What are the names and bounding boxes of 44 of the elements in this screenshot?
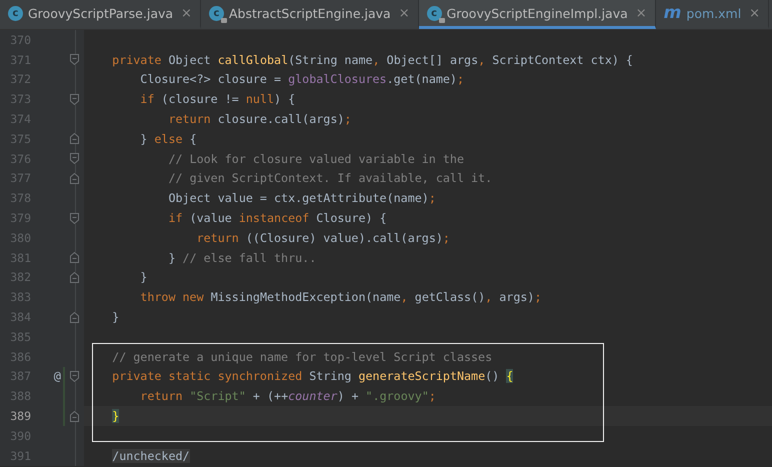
- code-line: return ((Closure) value).call(args);: [196, 230, 450, 245]
- tab-label: GroovyScriptParse.java: [28, 6, 174, 20]
- code-line: private Object callGlobal(String name, Object[] args, ScriptContext ctx) {: [111, 52, 633, 67]
- class-icon: c: [208, 6, 224, 20]
- fold-icon[interactable]: [70, 252, 79, 264]
- maven-icon: m: [664, 4, 682, 22]
- fold-icon[interactable]: [70, 133, 79, 144]
- close-icon[interactable]: ×: [636, 6, 647, 20]
- code-line: Object value = ctx.getAttribute(name);: [167, 191, 436, 206]
- tab-label: AbstractScriptEngine.java: [228, 6, 391, 20]
- editor-tab[interactable]: c GroovyScriptEngineImpl.java ×: [418, 0, 656, 29]
- close-icon[interactable]: ×: [181, 6, 192, 20]
- code-line: return closure.call(args);: [167, 112, 352, 126]
- code-line: return "Script" + (++counter) + ".groovy";: [139, 389, 436, 404]
- fold-icon[interactable]: [70, 94, 79, 105]
- class-icon: c: [426, 6, 442, 20]
- fold-icon[interactable]: [70, 312, 79, 323]
- fold-icon[interactable]: [70, 410, 79, 422]
- code-line: } // else fall thru..: [167, 250, 316, 265]
- line-number: 389: [9, 409, 31, 424]
- override-marker[interactable]: @: [31, 369, 63, 384]
- code-line: if (value instanceof Closure) {: [167, 211, 387, 226]
- fold-icon[interactable]: [70, 172, 79, 184]
- fold-icon[interactable]: [70, 153, 79, 164]
- code-line: // given ScriptContext. If available, call it.: [167, 171, 492, 186]
- tab-label: pom.xml: [686, 6, 742, 20]
- close-icon[interactable]: ×: [749, 6, 760, 20]
- fold-icon[interactable]: [70, 272, 79, 283]
- code-line: // Look for closure valued variable in the: [167, 152, 464, 166]
- code-line: if (closure != null) {: [139, 92, 296, 106]
- code-line: Closure<?> closure = globalClosures.get(name);: [139, 72, 464, 86]
- class-icon: c: [8, 6, 23, 20]
- code-line: }: [139, 270, 148, 284]
- code-line: } else {: [139, 132, 197, 146]
- close-icon[interactable]: ×: [398, 6, 410, 20]
- code-line: }: [111, 310, 120, 324]
- tab-label: GroovyScriptEngineImpl.java: [446, 6, 628, 20]
- fold-icon[interactable]: [70, 370, 79, 382]
- fold-icon[interactable]: [70, 212, 79, 224]
- code-line: throw new MissingMethodException(name, getClass(), args);: [139, 290, 542, 304]
- code-line: private static synchronized String generateScriptName() {: [111, 369, 514, 384]
- code-line: // generate a unique name for top-level Script classes: [111, 350, 492, 364]
- editor-tab[interactable]: m pom.xml ×: [656, 0, 770, 29]
- fold-icon[interactable]: [70, 54, 79, 66]
